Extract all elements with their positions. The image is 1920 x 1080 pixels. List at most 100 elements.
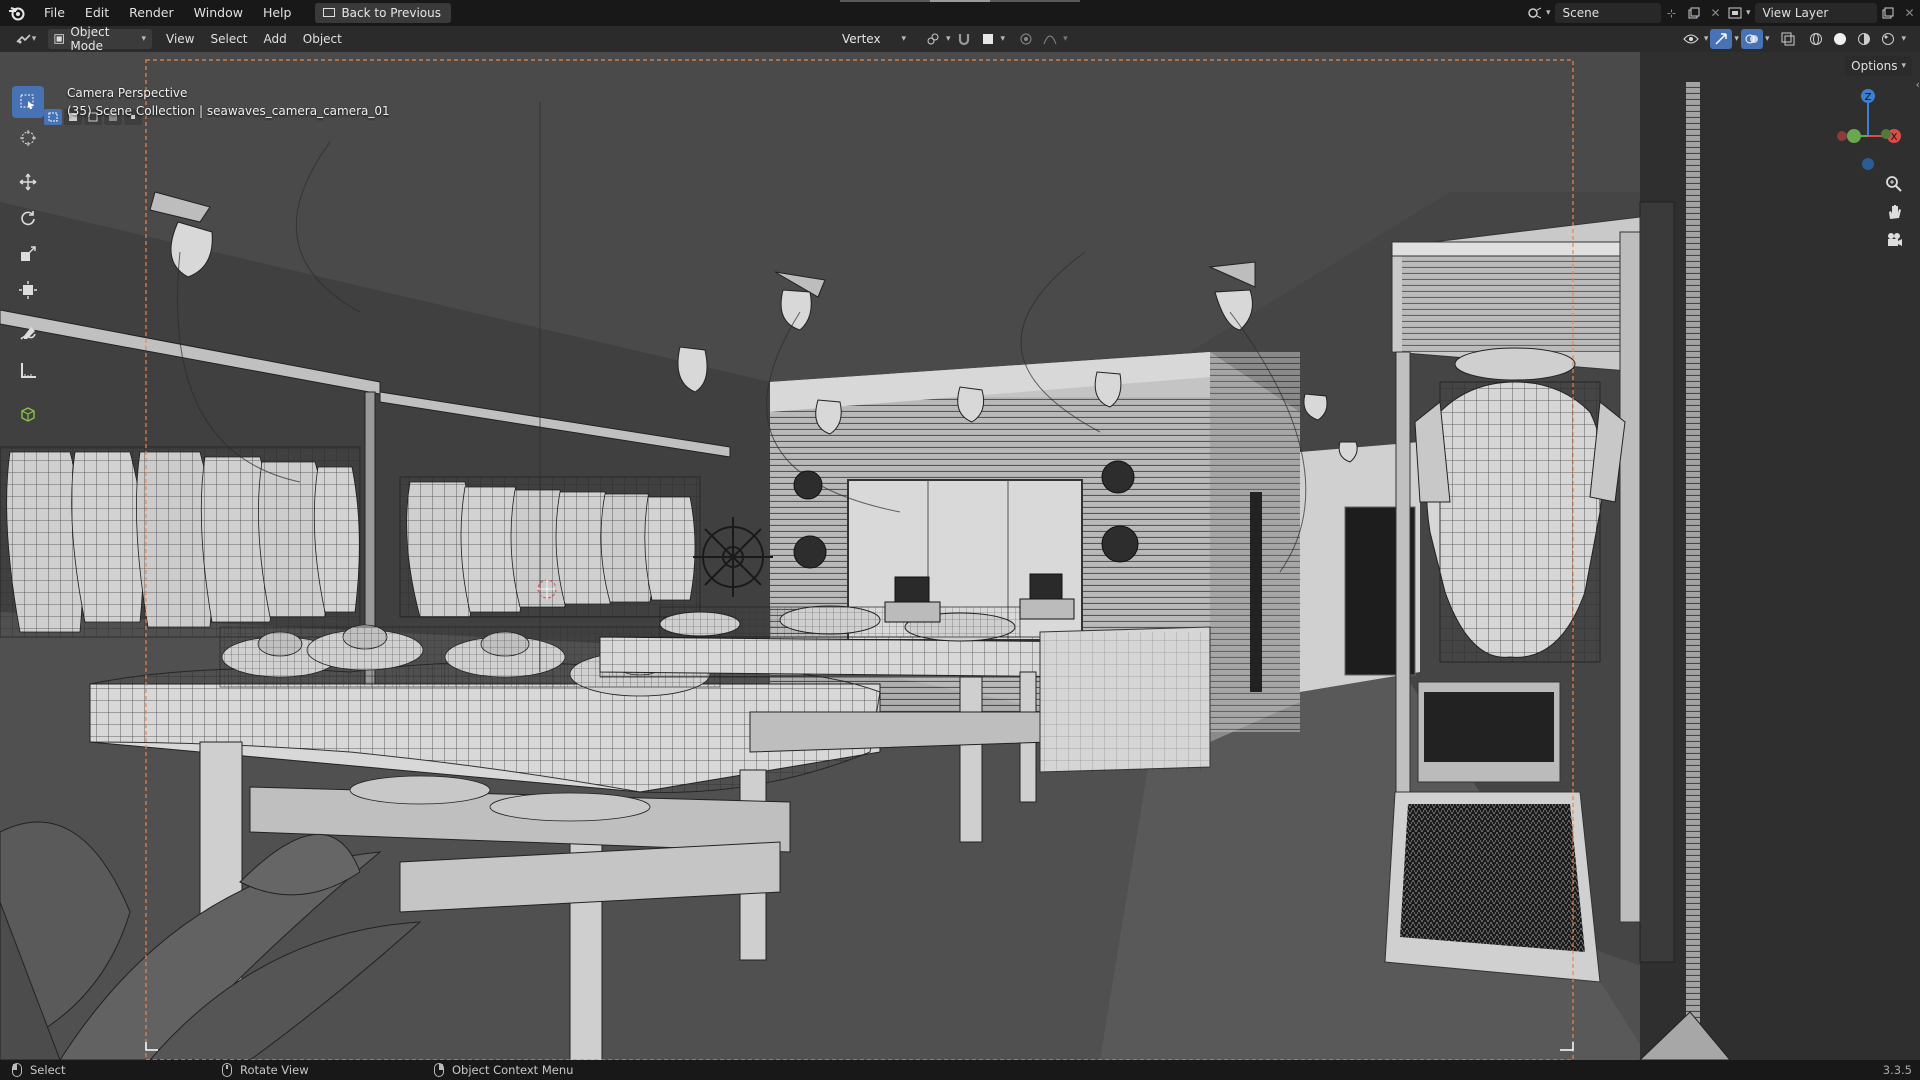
tool-shelf xyxy=(12,86,44,434)
snap-target-label: Vertex xyxy=(842,32,881,46)
xray-toggle-icon[interactable] xyxy=(1777,29,1799,49)
chevron-down-icon: ▾ xyxy=(901,34,906,44)
mannequin-right xyxy=(1414,347,1626,663)
scene-icon[interactable] xyxy=(1524,3,1546,23)
move-tool[interactable] xyxy=(12,166,44,198)
blender-logo-icon[interactable] xyxy=(0,0,34,26)
status-rotate-view: Rotate View xyxy=(222,1063,309,1077)
solid-shading-icon[interactable] xyxy=(1829,29,1851,49)
measure-tool[interactable] xyxy=(12,354,44,386)
camera-perspective-label: Camera Perspective xyxy=(67,86,188,100)
scene-name-field[interactable]: Scene xyxy=(1554,3,1661,23)
scene-render xyxy=(0,52,1920,1060)
menu-add[interactable]: Add xyxy=(256,32,295,46)
mode-label: Object Mode xyxy=(70,25,110,53)
top-menu-bar: File Edit Render Window Help Back to Pre… xyxy=(0,0,1920,26)
move-icon xyxy=(19,173,37,191)
cursor-icon xyxy=(20,130,36,146)
pin-icon[interactable]: ⊹ xyxy=(1661,3,1683,23)
mode-dropdown[interactable]: Object Mode ▾ xyxy=(48,25,152,53)
axis-y-icon xyxy=(1847,129,1861,143)
scene-name: Scene xyxy=(1562,6,1600,20)
options-label: Options xyxy=(1851,59,1898,73)
screen-icon xyxy=(323,8,336,17)
new-view-layer-icon[interactable] xyxy=(1877,3,1899,23)
scale-icon xyxy=(21,246,36,261)
material-shading-icon[interactable] xyxy=(1853,29,1875,49)
chevron-down-icon[interactable]: ▾ xyxy=(1546,8,1551,18)
transform-icon xyxy=(19,281,37,299)
status-select: Select xyxy=(12,1063,65,1077)
menu-window[interactable]: Window xyxy=(184,0,253,26)
close-icon[interactable]: ✕ xyxy=(1899,3,1920,23)
status-bar: Select Rotate View Object Context Menu 3… xyxy=(0,1060,1920,1080)
measure-icon xyxy=(21,363,36,378)
status-context-menu-label: Object Context Menu xyxy=(452,1063,574,1077)
status-context-menu: Object Context Menu xyxy=(434,1063,573,1077)
view-layer-icon[interactable] xyxy=(1724,3,1746,23)
falloff-icon[interactable] xyxy=(1039,29,1061,49)
snap-element-icon[interactable] xyxy=(977,29,999,49)
axis-z-label: Z xyxy=(1865,92,1872,103)
workspace-indicator xyxy=(840,0,1080,2)
version-label: 3.3.5 xyxy=(1882,1063,1912,1077)
scale-tool[interactable] xyxy=(12,238,44,270)
3d-viewport[interactable]: Camera Perspective (35) Scene Collection… xyxy=(0,52,1920,1060)
options-dropdown[interactable]: Options ▾ xyxy=(1845,56,1912,76)
gizmo-toggle-icon[interactable] xyxy=(1710,29,1733,49)
transform-tool[interactable] xyxy=(12,274,44,306)
view-layer-name: View Layer xyxy=(1762,6,1829,20)
add-cube-icon xyxy=(21,407,35,422)
chevron-down-icon[interactable]: ▾ xyxy=(1746,8,1751,18)
new-scene-icon[interactable] xyxy=(1683,3,1705,23)
snap-target-dropdown[interactable]: Vertex ▾ xyxy=(836,29,912,49)
add-cube-tool[interactable] xyxy=(12,398,44,430)
collection-label: (35) Scene Collection | seawaves_camera_… xyxy=(67,104,390,118)
viewport-header: ▾ Object Mode ▾ View Select Add Object V… xyxy=(0,25,1920,53)
rendered-shading-icon[interactable] xyxy=(1877,29,1899,49)
status-select-label: Select xyxy=(30,1063,66,1077)
navigation-gizmo[interactable]: Z X xyxy=(1828,86,1908,176)
axis-x-label: X xyxy=(1891,132,1898,143)
overlays-toggle-icon[interactable] xyxy=(1740,29,1763,49)
menu-edit[interactable]: Edit xyxy=(75,0,119,26)
menu-object[interactable]: Object xyxy=(295,32,350,46)
sidebar-toggle-icon[interactable]: ‹ xyxy=(1916,78,1920,91)
scene-selector: ▾ Scene ⊹ ✕ xyxy=(1524,3,1727,23)
zoom-icon[interactable] xyxy=(1882,172,1906,196)
annotate-tool[interactable] xyxy=(12,318,44,350)
chevron-down-icon: ▾ xyxy=(141,34,146,44)
select-box-tool[interactable] xyxy=(12,86,44,118)
back-to-previous-button[interactable]: Back to Previous xyxy=(315,3,451,23)
viewport-display-controls: ▾ ▾ ▾ ▾ xyxy=(1680,29,1906,49)
object-mode-icon xyxy=(54,34,64,44)
cursor-tool[interactable] xyxy=(12,122,44,154)
rotate-icon xyxy=(21,211,35,226)
menu-help[interactable]: Help xyxy=(253,0,302,26)
select-box-icon xyxy=(20,94,34,109)
visibility-icon[interactable] xyxy=(1680,29,1702,49)
pan-hand-icon[interactable] xyxy=(1882,200,1906,224)
editor-type-icon[interactable]: ▾ xyxy=(12,29,40,49)
status-rotate-view-label: Rotate View xyxy=(240,1063,309,1077)
rotate-tool[interactable] xyxy=(12,202,44,234)
select-new-icon[interactable] xyxy=(44,109,62,125)
menu-render[interactable]: Render xyxy=(119,0,184,26)
back-to-previous-label: Back to Previous xyxy=(341,6,441,20)
snap-controls: ▾ ▾ ▾ xyxy=(922,29,1068,49)
annotate-icon xyxy=(20,327,36,340)
mouse-middle-icon xyxy=(222,1063,232,1077)
view-layer-field[interactable]: View Layer xyxy=(1754,3,1877,23)
view-layer-selector: ▾ View Layer ✕ xyxy=(1724,3,1920,23)
chevron-down-icon: ▾ xyxy=(1901,61,1906,71)
pivot-icon[interactable] xyxy=(922,29,944,49)
menu-select[interactable]: Select xyxy=(202,32,255,46)
menu-view[interactable]: View xyxy=(158,32,202,46)
wireframe-shading-icon[interactable] xyxy=(1805,29,1827,49)
ship-wheel xyxy=(693,517,773,597)
mouse-right-icon xyxy=(434,1063,444,1077)
camera-view-icon[interactable] xyxy=(1882,228,1906,252)
menu-file[interactable]: File xyxy=(34,0,75,26)
proportional-edit-icon[interactable] xyxy=(1015,29,1037,49)
snap-magnet-icon[interactable] xyxy=(953,29,975,49)
